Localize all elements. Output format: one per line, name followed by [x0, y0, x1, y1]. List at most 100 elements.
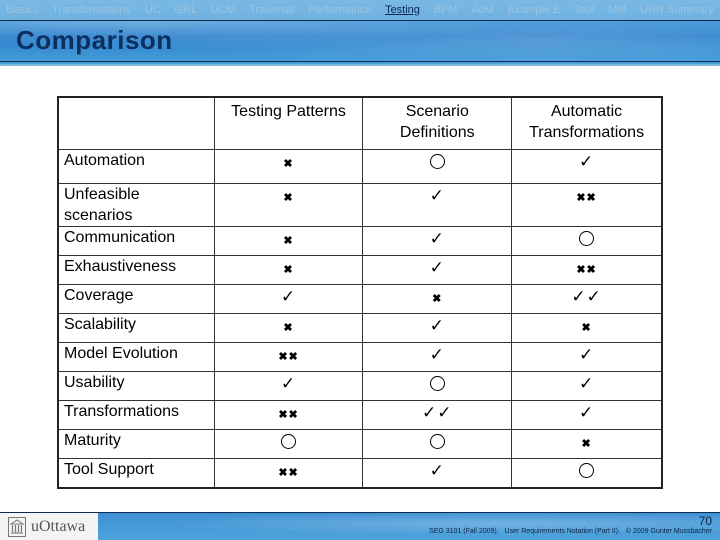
table-row: Scalability ✖ ✓ ✖: [58, 313, 663, 343]
nav-item-aom[interactable]: AoM: [471, 4, 494, 16]
check-icon: ✓: [429, 186, 445, 205]
rating-cell: ✖: [213, 313, 364, 343]
row-label: Automation: [58, 149, 215, 184]
nav-item-traversal[interactable]: Traversal: [249, 4, 294, 16]
cross-icon: ✖: [581, 438, 592, 450]
double-check-icon: ✓✓: [422, 403, 453, 422]
row-label: Usability: [58, 371, 215, 401]
nav-item-performance[interactable]: Performance: [308, 4, 371, 16]
double-cross-icon: ✖✖: [576, 264, 597, 276]
rating-cell: ✖: [511, 313, 663, 343]
rating-cell: [362, 429, 513, 459]
cross-icon: ✖: [283, 235, 294, 247]
header-automatic-transformations: Automatic Transformations: [511, 96, 663, 150]
check-icon: ✓: [578, 152, 595, 171]
double-check-icon: ✓✓: [571, 287, 602, 306]
title-divider: [0, 61, 720, 62]
header-scenario-definitions-text: Scenario Definitions: [399, 103, 475, 141]
check-icon: ✓: [429, 258, 445, 277]
rating-cell: ✓: [511, 371, 663, 401]
rating-cell: ✖✖: [213, 342, 364, 372]
rating-cell: ✓: [511, 149, 663, 184]
nav-item-bpm[interactable]: BPM: [434, 4, 458, 16]
row-label: Exhaustiveness: [58, 255, 215, 285]
circle-icon: [429, 375, 445, 391]
header-scenario-definitions: Scenario Definitions: [362, 96, 513, 150]
check-icon: ✓: [429, 316, 445, 335]
rating-cell: [362, 371, 513, 401]
rating-cell: ✖✖: [511, 255, 663, 285]
check-icon: ✓: [280, 374, 297, 393]
rating-cell: ✖: [213, 226, 364, 256]
nav-item-uc[interactable]: UC: [145, 4, 161, 16]
section-nav: Basics Transformations UC GRL UCM Traversal Pe…: [0, 0, 720, 20]
rating-cell: ✓: [213, 371, 364, 401]
slide-footer: [0, 512, 720, 540]
table-row: Tool Support ✖✖ ✓: [58, 458, 663, 488]
nav-item-example-e[interactable]: Example E: [507, 4, 560, 16]
page-number: 70: [698, 514, 712, 528]
building-icon: [8, 516, 26, 537]
double-cross-icon: ✖✖: [576, 192, 597, 204]
rating-cell: ✓: [362, 226, 513, 256]
check-icon: ✓: [429, 461, 445, 480]
row-label: Unfeasible scenarios: [58, 183, 215, 227]
header-testing-patterns: Testing Patterns: [213, 96, 364, 150]
table-row: Unfeasible scenarios ✖ ✓ ✖✖: [58, 183, 663, 227]
rating-cell: ✓: [213, 284, 364, 314]
rating-cell: ✖✖: [511, 183, 663, 227]
nav-item-mm[interactable]: MM: [608, 4, 626, 16]
circle-icon: [579, 462, 595, 478]
cross-icon: ✖: [432, 293, 443, 305]
check-icon: ✓: [578, 345, 595, 364]
nav-item-urn-summary[interactable]: URN Summary: [640, 4, 714, 16]
rating-cell: ✖: [213, 149, 364, 184]
rating-cell: [362, 149, 513, 184]
header-corner: [58, 96, 215, 150]
nav-divider: [0, 20, 720, 21]
row-label: Maturity: [58, 429, 215, 459]
rating-cell: ✓✓: [511, 284, 663, 314]
table-row: Usability ✓ ✓: [58, 371, 663, 401]
circle-icon: [281, 433, 297, 449]
row-label: Communication: [58, 226, 215, 256]
circle-icon: [429, 433, 445, 449]
table-row: Maturity ✖: [58, 429, 663, 459]
nav-item-transformations[interactable]: Transformations: [52, 4, 131, 16]
table-row: Coverage ✓ ✖ ✓✓: [58, 284, 663, 314]
footer-caption: SEG 3101 (Fall 2009). User Requirements …: [429, 528, 712, 535]
table-row: Automation ✖ ✓: [58, 149, 663, 184]
cross-icon: ✖: [283, 264, 294, 276]
nav-item-tool[interactable]: Tool: [574, 4, 594, 16]
header-automatic-transformations-text: Automatic Transformations: [529, 103, 645, 141]
check-icon: ✓: [429, 345, 445, 364]
circle-icon: [579, 230, 595, 246]
nav-item-grl[interactable]: GRL: [174, 4, 197, 16]
row-label: Tool Support: [58, 458, 215, 488]
row-label: Model Evolution: [58, 342, 215, 372]
row-label: Coverage: [58, 284, 215, 314]
cross-icon: ✖: [283, 322, 294, 334]
nav-item-basics[interactable]: Basics: [6, 4, 38, 16]
rating-cell: ✓: [362, 342, 513, 372]
rating-cell: [213, 429, 364, 459]
nav-item-ucm[interactable]: UCM: [211, 4, 236, 16]
nav-item-testing[interactable]: Testing: [385, 4, 420, 16]
title-divider-highlight: [0, 64, 720, 66]
slide-title: Comparison: [16, 25, 173, 55]
table-row: Exhaustiveness ✖ ✓ ✖✖: [58, 255, 663, 285]
check-icon: ✓: [280, 287, 297, 306]
double-cross-icon: ✖✖: [278, 467, 299, 479]
double-cross-icon: ✖✖: [278, 409, 299, 421]
circle-icon: [429, 153, 445, 169]
rating-cell: [511, 458, 663, 488]
check-icon: ✓: [578, 374, 595, 393]
check-icon: ✓: [429, 229, 445, 248]
row-label: Transformations: [58, 400, 215, 430]
rating-cell: ✖: [213, 183, 364, 227]
rating-cell: ✓: [362, 313, 513, 343]
table-row: Transformations ✖✖ ✓✓ ✓: [58, 400, 663, 430]
double-cross-icon: ✖✖: [278, 351, 299, 363]
rating-cell: ✓✓: [362, 400, 513, 430]
cross-icon: ✖: [283, 158, 294, 170]
